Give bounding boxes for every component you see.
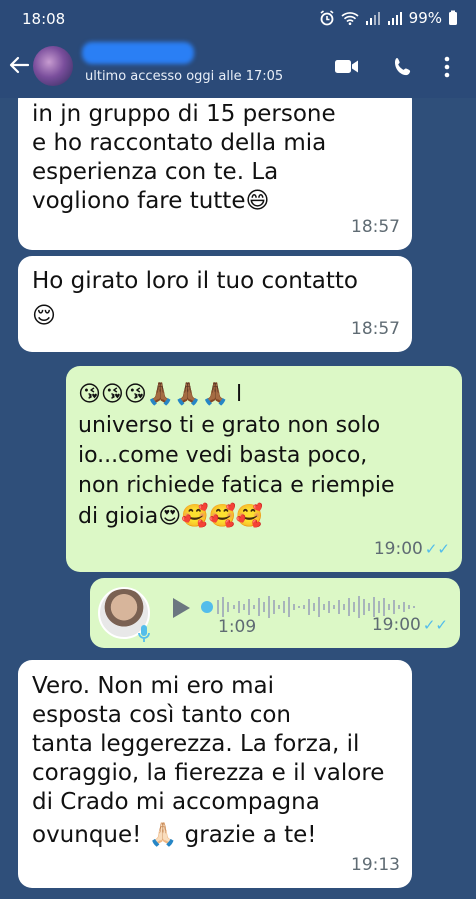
more-vert-icon[interactable] [443, 56, 451, 78]
read-ticks-icon: ✓✓ [424, 540, 450, 558]
message-line: universo ti e grato non solo [78, 413, 381, 438]
message-line: ovunque! 🙏🏻 grazie a te! [32, 822, 317, 848]
read-ticks-icon: ✓✓ [422, 616, 448, 634]
voice-message-bubble[interactable]: 1:09 19:00 ✓✓ [90, 578, 460, 648]
wifi-icon [341, 12, 359, 25]
message-line: Ho girato loro il tuo contatto [32, 268, 358, 294]
message-line: Vero. Non mi ero mai [32, 673, 274, 699]
signal-icon [365, 12, 380, 25]
message-line: non richiede fatica e riempie [78, 473, 395, 498]
alarm-icon [320, 10, 334, 26]
message-line: 😌 [32, 303, 56, 329]
signal-2-icon [387, 12, 402, 25]
message-line: coraggio, la fierezza e il valore [32, 760, 385, 786]
message-line: esposta così tanto con [32, 702, 291, 728]
message-time: 19:13 [351, 855, 400, 875]
battery-level: 99% [408, 9, 442, 27]
message-bubble-incoming[interactable]: in jn gruppo di 15 persone e ho racconta… [18, 98, 412, 250]
play-icon[interactable] [170, 596, 192, 620]
message-time-status: 19:00 ✓✓ [374, 535, 450, 564]
message-line: io...come vedi basta poco, [78, 443, 368, 468]
message-line: di Crado mi accompagna [32, 789, 320, 815]
message-line: vogliono fare tutte😄 [32, 188, 270, 214]
status-bar: 18:08 99% [0, 0, 476, 40]
message-bubble-incoming[interactable]: Ho girato loro il tuo contatto 😌 18:57 [18, 256, 412, 352]
message-line: in jn gruppo di 15 persone [32, 101, 336, 127]
message-line: di gioia😍🥰🥰🥰 [78, 504, 264, 529]
chat-area[interactable]: in jn gruppo di 15 persone e ho racconta… [0, 98, 476, 899]
contact-avatar[interactable] [33, 46, 73, 86]
message-line: tanta leggerezza. La forza, il [32, 731, 360, 757]
back-arrow-icon[interactable] [8, 54, 30, 76]
status-time: 18:08 [22, 10, 66, 28]
battery-icon [449, 10, 457, 25]
phone-icon[interactable] [392, 56, 414, 78]
message-bubble-outgoing[interactable]: 😘😘😘🙏🏾🙏🏾🙏🏾 l universo ti e grato non solo… [66, 366, 462, 572]
message-line: esperienza con te. La [32, 159, 279, 185]
last-seen-status: ultimo accesso oggi alle 17:05 [85, 69, 284, 84]
chat-header: ultimo accesso oggi alle 17:05 [0, 40, 476, 98]
message-time: 18:57 [351, 319, 400, 339]
message-line: e ho raccontato della mia [32, 130, 327, 156]
message-time-status: 19:00 ✓✓ [372, 611, 448, 640]
mic-icon [138, 625, 150, 642]
message-time: 18:57 [351, 217, 400, 237]
contact-name-redacted[interactable] [82, 42, 194, 64]
message-time: 19:00 [371, 615, 421, 635]
status-icons: 99% [319, 9, 458, 27]
message-line: 😘😘😘🙏🏾🙏🏾🙏🏾 l [78, 382, 243, 407]
message-time: 19:00 [373, 539, 423, 559]
video-call-icon[interactable] [334, 56, 360, 76]
voice-duration: 1:09 [218, 617, 257, 637]
message-bubble-incoming[interactable]: Vero. Non mi ero mai esposta così tanto … [18, 660, 412, 888]
